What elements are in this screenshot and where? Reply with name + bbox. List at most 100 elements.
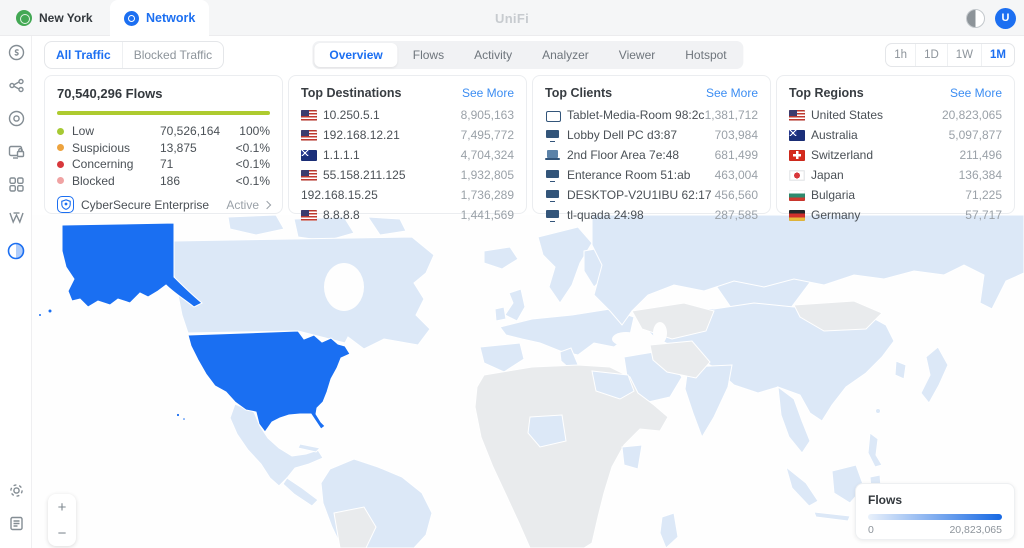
tablet-icon <box>545 109 561 122</box>
desktop-icon <box>545 209 561 222</box>
tab-activity[interactable]: Activity <box>459 43 527 67</box>
flag-icon <box>301 150 317 161</box>
zoom-in-button[interactable]: + <box>48 495 76 520</box>
flag-de-icon <box>789 210 805 221</box>
time-range-1m[interactable]: 1M <box>981 44 1014 66</box>
client-row[interactable]: Tablet-Media-Room 98:2c 1,381,712 <box>545 105 758 125</box>
flows-summary-panel: 70,540,296 Flows Low 70,526,164 100% Sus… <box>44 75 283 214</box>
panel-title: Top Destinations <box>301 86 401 100</box>
panel-title: Top Regions <box>789 86 864 100</box>
top-clients-panel: Top Clients See More Tablet-Media-Room 9… <box>532 75 771 214</box>
time-range-1d[interactable]: 1D <box>915 44 947 66</box>
tab-analyzer[interactable]: Analyzer <box>527 43 604 67</box>
topology-icon[interactable] <box>0 69 32 102</box>
region-row[interactable]: Australia 5,097,877 <box>789 125 1002 145</box>
destination-row[interactable]: 192.168.15.25 1,736,289 <box>301 185 514 205</box>
flag-ch-icon <box>789 150 805 161</box>
concerning-dot-icon <box>57 161 64 168</box>
destination-row[interactable]: 55.158.211.125 1,932,805 <box>301 165 514 185</box>
panel-title: Top Clients <box>545 86 612 100</box>
shield-icon <box>57 196 74 213</box>
client-row[interactable]: DESKTOP-V2U1IBU 62:17 456,560 <box>545 185 758 205</box>
destination-row[interactable]: 1.1.1.1 4,704,324 <box>301 145 514 165</box>
time-range-1h[interactable]: 1h <box>886 44 915 66</box>
flag-us-icon <box>789 110 805 121</box>
client-row[interactable]: 2nd Floor Area 7e:48 681,499 <box>545 145 758 165</box>
map-zoom-control: + − <box>48 494 76 546</box>
flag-icon <box>301 170 317 181</box>
see-more-regions[interactable]: See More <box>950 86 1002 100</box>
tab-network[interactable]: Network <box>110 0 209 36</box>
traffic-toggle: All Traffic Blocked Traffic <box>44 41 224 69</box>
blocked-dot-icon <box>57 177 64 184</box>
toolbar: All Traffic Blocked Traffic Overview Flo… <box>32 36 1024 74</box>
tab-viewer[interactable]: Viewer <box>604 43 670 67</box>
flows-distribution-bar <box>57 111 270 115</box>
low-dot-icon <box>57 128 64 135</box>
legend-row-concerning: Concerning 71 <0.1% <box>57 156 270 173</box>
flag-au-icon <box>789 130 805 141</box>
destination-row[interactable]: 8.8.8.8 1,441,569 <box>301 205 514 225</box>
top-destinations-panel: Top Destinations See More 10.250.5.1 8,9… <box>288 75 527 214</box>
world-flow-map[interactable]: + − Flows 0 20,823,065 <box>32 215 1024 548</box>
devices-icon[interactable] <box>0 102 32 135</box>
apps-icon[interactable] <box>0 168 32 201</box>
map-legend: Flows 0 20,823,065 <box>855 483 1015 540</box>
theme-toggle-icon[interactable] <box>966 9 985 28</box>
site-status-icon <box>16 10 32 26</box>
cybersecure-status[interactable]: Active <box>226 198 270 212</box>
flag-icon <box>301 110 317 121</box>
flag-jp-icon <box>789 170 805 181</box>
settings-gear-icon[interactable] <box>0 474 32 507</box>
region-row[interactable]: United States 20,823,065 <box>789 105 1002 125</box>
dashboard-icon[interactable] <box>0 36 32 69</box>
flag-icon <box>301 130 317 141</box>
chevron-right-icon <box>263 200 271 208</box>
system-log-icon[interactable] <box>0 507 32 540</box>
legend-row-blocked: Blocked 186 <0.1% <box>57 173 270 190</box>
zoom-out-button[interactable]: − <box>48 521 76 546</box>
avatar[interactable]: U <box>995 8 1016 29</box>
legend-min: 0 <box>868 524 874 536</box>
legend-gradient-bar <box>868 514 1002 520</box>
tab-flows[interactable]: Flows <box>398 43 459 67</box>
security-flows-icon[interactable] <box>0 234 32 267</box>
network-tab-label: Network <box>146 11 195 25</box>
insights-icon[interactable] <box>0 201 32 234</box>
region-row[interactable]: Japan 136,384 <box>789 165 1002 185</box>
region-row[interactable]: Germany 57,717 <box>789 205 1002 225</box>
tab-overview[interactable]: Overview <box>314 43 397 67</box>
flows-total: 70,540,296 Flows <box>57 86 270 101</box>
region-row[interactable]: Bulgaria 71,225 <box>789 185 1002 205</box>
destination-row[interactable]: 192.168.12.21 7,495,772 <box>301 125 514 145</box>
network-app-icon <box>124 11 139 26</box>
client-row[interactable]: Enterance Room 51:ab 463,004 <box>545 165 758 185</box>
sidebar <box>0 36 32 548</box>
destination-row[interactable]: 10.250.5.1 8,905,163 <box>301 105 514 125</box>
laptop-icon <box>545 149 561 162</box>
blocked-traffic-button[interactable]: Blocked Traffic <box>122 42 223 68</box>
desktop-icon <box>545 169 561 182</box>
time-range-selector: 1h 1D 1W 1M <box>885 43 1015 67</box>
legend-max: 20,823,065 <box>949 524 1002 536</box>
cybersecure-row[interactable]: CyberSecure Enterprise Active <box>57 196 270 213</box>
top-regions-panel: Top Regions See More United States 20,82… <box>776 75 1015 214</box>
suspicious-dot-icon <box>57 144 64 151</box>
site-name: New York <box>39 11 93 25</box>
see-more-destinations[interactable]: See More <box>462 86 514 100</box>
top-bar: New York Network UniFi U <box>0 0 1024 36</box>
desktop-icon <box>545 189 561 202</box>
map-canada <box>174 237 434 349</box>
time-range-1w[interactable]: 1W <box>947 44 981 66</box>
client-row[interactable]: tl-quada 24:98 287,585 <box>545 205 758 225</box>
clients-icon[interactable] <box>0 135 32 168</box>
see-more-clients[interactable]: See More <box>706 86 758 100</box>
region-row[interactable]: Switzerland 211,496 <box>789 145 1002 165</box>
tab-hotspot[interactable]: Hotspot <box>670 43 741 67</box>
legend-row-suspicious: Suspicious 13,875 <0.1% <box>57 140 270 157</box>
flag-bg-icon <box>789 190 805 201</box>
client-row[interactable]: Lobby Dell PC d3:87 703,984 <box>545 125 758 145</box>
flag-icon <box>301 210 317 221</box>
map-usa <box>188 331 350 432</box>
all-traffic-button[interactable]: All Traffic <box>45 42 122 68</box>
